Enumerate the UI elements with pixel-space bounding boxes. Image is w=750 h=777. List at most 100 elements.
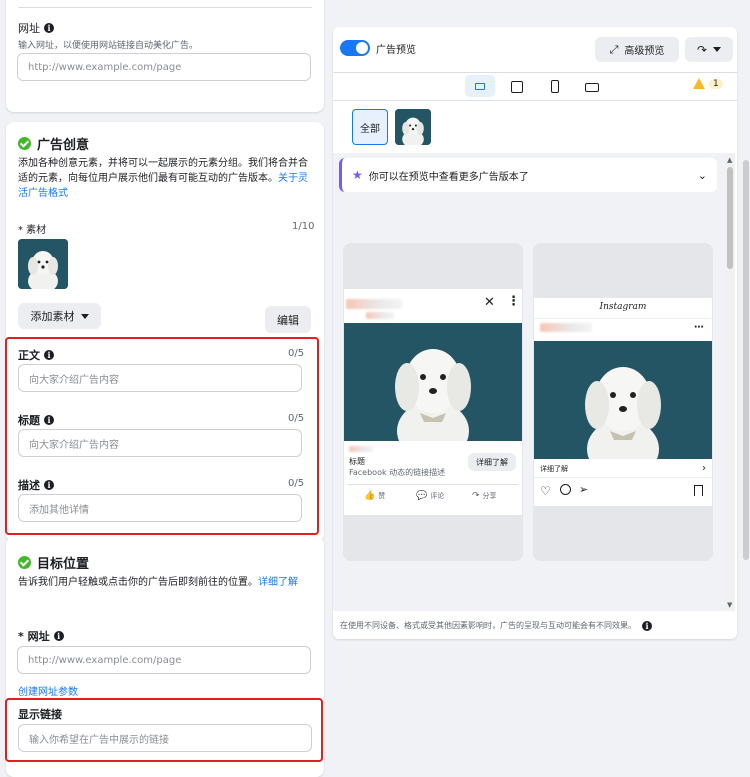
destination-title: 目标位置 [37, 557, 90, 572]
share-label: 分享 [482, 492, 497, 500]
page-scroll-thumb[interactable] [743, 160, 749, 560]
advanced-preview-label: 高级预览 [624, 46, 665, 57]
footer-note-text: 在使用不同设备、格式或受其他因素影响时，广告的呈现与互动可能会有不同效果。 [340, 621, 636, 630]
share-action[interactable]: ↷ 分享 [472, 491, 497, 501]
more-versions-banner[interactable]: ★ 你可以在预览中查看更多广告版本了 ⌄ [339, 158, 717, 192]
comment-icon[interactable] [560, 484, 571, 495]
like-label: 赞 [378, 492, 386, 500]
creative-header: 广告创意 [18, 134, 89, 153]
send-icon[interactable]: ➢ [579, 483, 588, 496]
destination-description-text: 告诉我们用户轻触或点击你的广告后即刻前往的位置。 [18, 577, 258, 588]
banner-text: 你可以在预览中查看更多广告版本了 [368, 171, 529, 183]
add-assets-label: 添加素材 [30, 310, 75, 323]
instagram-ad-image [534, 341, 712, 479]
filter-all-chip[interactable]: 全部 [352, 109, 388, 145]
like-action[interactable]: 👍 赞 [364, 491, 385, 501]
more-options-icon[interactable]: ⋯ [694, 322, 704, 333]
divider [333, 100, 737, 101]
share-icon: ↷ [472, 491, 480, 501]
assets-count: 1/10 [292, 221, 315, 232]
instagram-brand: Instagram [599, 302, 647, 312]
edit-label: 编辑 [277, 313, 299, 327]
device-landscape-icon[interactable] [585, 83, 599, 92]
comment-label: 评论 [430, 492, 445, 500]
caret-down-icon [80, 313, 89, 319]
thumbs-up-icon: 👍 [364, 491, 376, 501]
bookmark-icon[interactable] [694, 485, 703, 496]
sponsored-blurred [366, 312, 394, 319]
advanced-preview-button[interactable]: ⤢ 高级预览 [595, 37, 679, 62]
edit-button[interactable]: 编辑 [265, 306, 311, 333]
add-assets-button[interactable]: 添加素材 [18, 303, 101, 329]
facebook-cta-button[interactable]: 详细了解 [468, 453, 516, 471]
creative-description: 添加各种创意元素，并将可以一起展示的元素分组。我们将合并合适的元素，向每位用户展… [18, 156, 314, 201]
destination-description: 告诉我们用户轻触或点击你的广告后即刻前往的位置。详细了解 [18, 575, 314, 590]
dog-image [395, 349, 471, 461]
facebook-post: ✕ ⋮ 标题 Facebook 动态的链接描述 详细了解 👍 赞 💬 评论 ↷ … [344, 289, 522, 515]
close-icon[interactable]: ✕ [484, 295, 495, 310]
dog-image [585, 367, 661, 479]
warning-count: 1 [709, 78, 723, 89]
warning-badge[interactable]: 1 [693, 78, 723, 89]
chevron-down-icon[interactable]: ⌄ [698, 169, 707, 182]
highlight-box-fields [5, 337, 319, 535]
url-input-placeholder: http://www.example.com/page [28, 61, 182, 73]
toggle-switch[interactable] [340, 40, 370, 56]
preview-toggle-label: 广告预览 [376, 44, 416, 56]
url-hint: 输入网址，以便使用网站链接自动美化广告。 [18, 41, 199, 51]
warning-icon [693, 78, 705, 89]
info-icon[interactable]: i [53, 631, 64, 641]
heart-icon[interactable]: ♡ [540, 484, 551, 498]
check-circle-icon [18, 137, 31, 150]
scroll-down-arrow[interactable]: ▼ [727, 601, 732, 609]
more-options-icon[interactable]: ⋮ [507, 294, 520, 309]
preview-scroll-thumb[interactable] [727, 167, 733, 269]
destination-url-input[interactable]: http://www.example.com/page [17, 646, 311, 674]
comment-action[interactable]: 💬 评论 [416, 491, 444, 501]
scroll-up-arrow[interactable]: ▲ [727, 156, 732, 164]
url-input[interactable]: http://www.example.com/page [17, 53, 311, 81]
asset-thumbnail[interactable] [18, 239, 68, 289]
url-card: 网址 i 输入网址，以便使用网站链接自动美化广告。 http://www.exa… [6, 0, 324, 112]
expand-icon: ⤢ [609, 42, 619, 56]
preview-toggle[interactable]: 广告预览 [340, 40, 416, 56]
caret-down-icon [713, 47, 722, 52]
divider [333, 72, 737, 73]
page-name-blurred [346, 299, 402, 309]
account-name-blurred [540, 323, 592, 332]
filter-asset-chip[interactable] [395, 109, 431, 145]
facebook-headline: 标题 [349, 457, 365, 466]
device-phone-icon[interactable] [551, 80, 559, 93]
destination-url-label-text: * 网址 [18, 630, 50, 643]
creative-title: 广告创意 [37, 138, 90, 153]
comment-icon: 💬 [416, 491, 428, 501]
destination-header: 目标位置 [18, 553, 89, 572]
destination-url-label: * 网址 i [18, 628, 64, 644]
info-icon[interactable]: i [44, 23, 54, 33]
check-circle-icon [18, 556, 31, 569]
learn-more-link[interactable]: 详细了解 [258, 577, 298, 588]
device-all-icon[interactable] [465, 75, 495, 97]
preview-footer-note: 在使用不同设备、格式或受其他因素影响时，广告的呈现与互动可能会有不同效果。 i [340, 620, 652, 631]
destination-url-placeholder: http://www.example.com/page [28, 654, 182, 666]
highlight-box-display-link [5, 698, 323, 762]
device-square-icon[interactable] [511, 81, 523, 93]
divider [534, 318, 712, 319]
instagram-post: Instagram ⋯ 详细了解 › ♡ ➢ [534, 298, 712, 506]
url-label-text: 网址 [18, 22, 40, 35]
creative-description-text: 添加各种创意元素，并将可以一起展示的元素分组。我们将合并合适的元素，向每位用户展… [18, 158, 308, 184]
link-domain-blurred [349, 446, 373, 452]
facebook-cta-label: 详细了解 [476, 457, 508, 467]
share-button[interactable]: ↷ [685, 37, 733, 62]
instagram-cta-label: 详细了解 [540, 464, 568, 473]
info-icon[interactable]: i [642, 620, 652, 631]
toggle-knob [356, 42, 368, 54]
share-icon: ↷ [696, 42, 708, 57]
dog-image [18, 239, 68, 289]
assets-label: * 素材 [18, 225, 47, 236]
facebook-link-description: Facebook 动态的链接描述 [349, 468, 446, 477]
create-url-params-link[interactable]: 创建网址参数 [18, 683, 78, 698]
instagram-cta-bar[interactable]: 详细了解 › [534, 460, 712, 478]
filter-all-label: 全部 [360, 123, 380, 135]
divider [18, 7, 312, 8]
